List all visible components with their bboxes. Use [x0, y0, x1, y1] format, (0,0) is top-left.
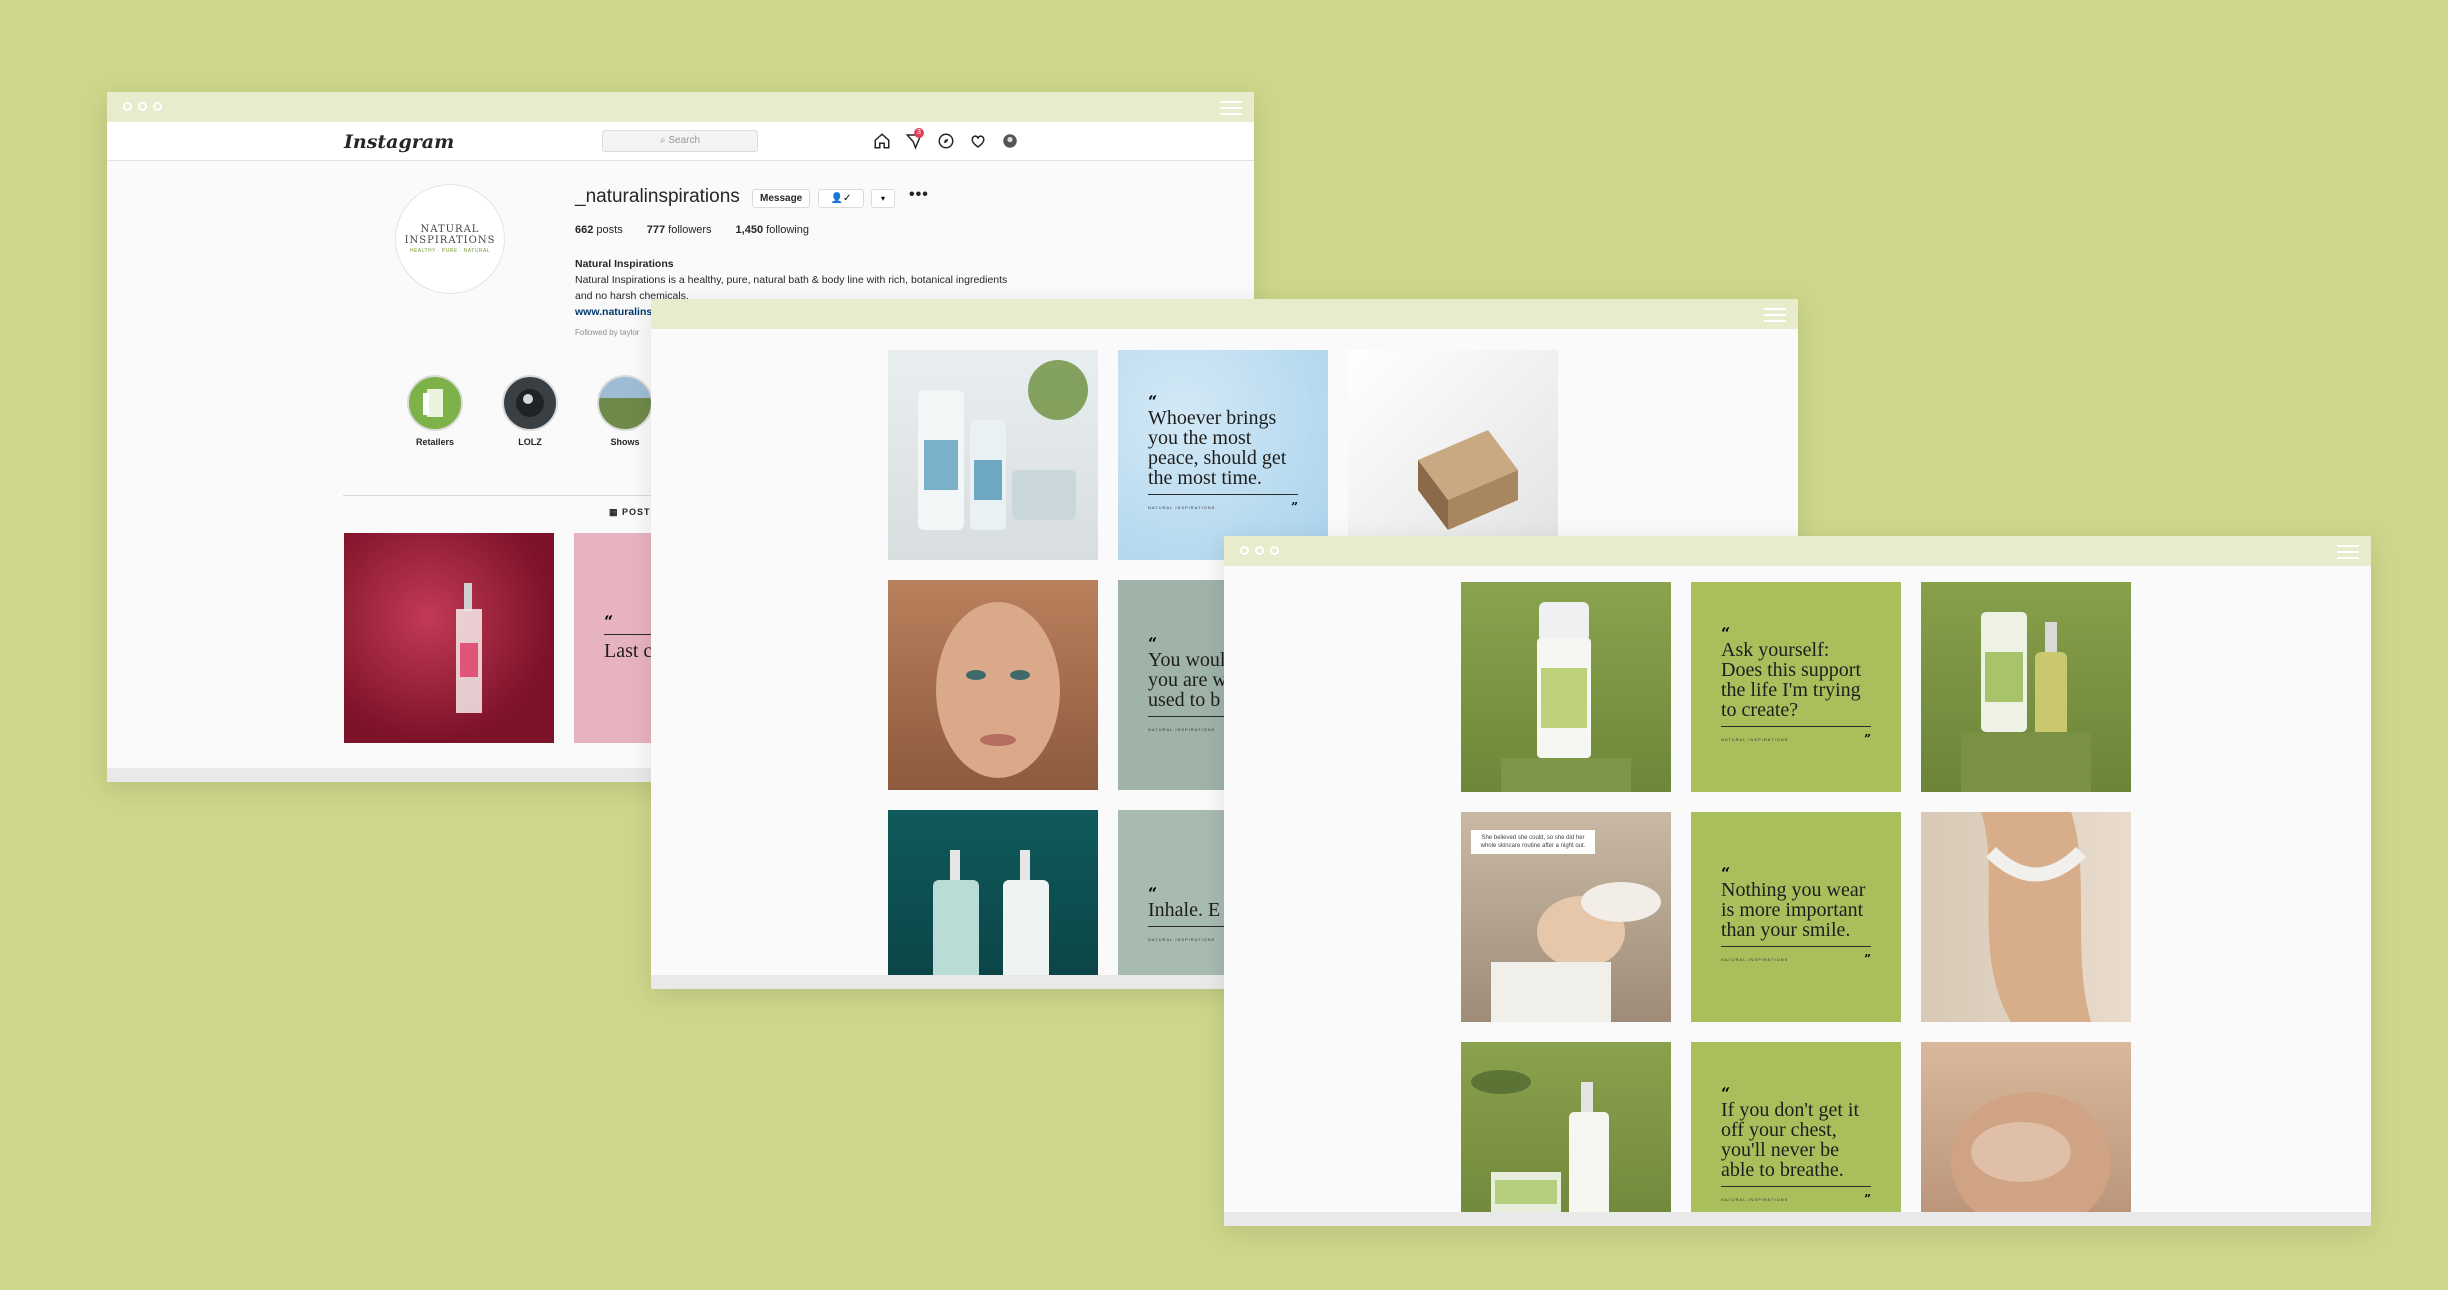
close-quote-mark: ” — [1864, 952, 1871, 966]
post-deodorant[interactable] — [1461, 582, 1671, 792]
highlight-lolz[interactable]: LOLZ — [500, 375, 560, 447]
post-pump-bottles[interactable] — [888, 810, 1098, 989]
quote-text: Nothing you wear is more important than … — [1721, 879, 1866, 941]
post-body-oil[interactable] — [1921, 582, 2131, 792]
photo-caption: She believed she could, so she did her w… — [1471, 830, 1595, 854]
quote-rule — [1148, 494, 1298, 495]
window-titlebar — [651, 299, 1798, 329]
window-titlebar — [107, 92, 1254, 122]
minimize-dot-icon[interactable] — [1255, 546, 1264, 555]
body-image — [1981, 812, 2091, 1022]
search-input[interactable]: ⌕ Search — [602, 130, 758, 152]
post-model-face[interactable] — [888, 580, 1098, 790]
instagram-navbar: Instagram ⌕ Search 3 — [107, 122, 1254, 161]
highlight-label: Shows — [610, 437, 640, 447]
face-portrait-image — [936, 602, 1060, 778]
profile-stats: 662 posts 777 followers 1,450 following — [575, 224, 809, 236]
bio-name: Natural Inspirations — [575, 258, 674, 270]
close-quote-mark: ” — [1291, 500, 1298, 514]
following-stat[interactable]: 1,450 following — [736, 224, 809, 236]
body-scrub-image — [1951, 1092, 2111, 1226]
post-body-lace[interactable] — [1921, 812, 2131, 1022]
soap-lotion-image — [1471, 1070, 1609, 1226]
close-quote-mark: ” — [1864, 1192, 1871, 1206]
post-quote-blue[interactable]: “ Whoever brings you the most peace, sho… — [1118, 350, 1328, 560]
following-button[interactable]: 👤✓ — [818, 189, 864, 208]
pump-bottles-image — [933, 850, 1049, 989]
quote-rule — [1721, 1186, 1871, 1187]
maximize-dot-icon[interactable] — [153, 102, 162, 111]
post-quote-breathe[interactable]: “ If you don't get it off your chest, yo… — [1691, 1042, 1901, 1226]
close-quote-mark: ” — [1864, 732, 1871, 746]
menu-icon[interactable] — [2337, 545, 2359, 559]
lotion-bottles-image — [918, 360, 1088, 530]
highlight-retailers[interactable]: Retailers — [405, 375, 465, 447]
suggestions-dropdown-button[interactable]: ▾ — [871, 189, 895, 208]
post-quote-ask-yourself[interactable]: “ Ask yourself: Does this support the li… — [1691, 582, 1901, 792]
heart-icon[interactable] — [969, 132, 987, 150]
quote-card: “ If you don't get it off your chest, yo… — [1721, 1042, 1871, 1226]
instagram-logo[interactable]: Instagram — [344, 131, 454, 153]
search-placeholder: Search — [668, 135, 701, 146]
highlight-shows[interactable]: Shows — [595, 375, 655, 447]
window-scrollbar[interactable] — [1224, 1212, 2371, 1226]
body-oil-image — [1961, 612, 2091, 792]
post-body-scrub[interactable] — [1921, 1042, 2131, 1226]
explore-compass-icon[interactable] — [937, 132, 955, 150]
posts-stat: 662 posts — [575, 224, 623, 236]
logo-tagline: HEALTHY · PURE · NATURAL — [409, 248, 491, 254]
deodorant-image — [1501, 602, 1631, 792]
window-controls[interactable] — [1240, 546, 1279, 555]
minimize-dot-icon[interactable] — [138, 102, 147, 111]
nav-icons — [873, 132, 1019, 150]
maximize-dot-icon[interactable] — [1270, 546, 1279, 555]
close-dot-icon[interactable] — [1240, 546, 1249, 555]
quote-card: “ Ask yourself: Does this support the li… — [1721, 582, 1871, 792]
highlight-thumbnail — [407, 375, 463, 431]
profile-username: _naturalinspirations — [575, 186, 740, 207]
home-icon[interactable] — [873, 132, 891, 150]
close-dot-icon[interactable] — [123, 102, 132, 111]
quote-card: “ Whoever brings you the most peace, sho… — [1148, 350, 1298, 560]
post-soap-lotion[interactable] — [1461, 1042, 1671, 1226]
window-titlebar — [1224, 536, 2371, 566]
post-lotion-products[interactable] — [888, 350, 1098, 560]
quote-text: If you don't get it off your chest, you'… — [1721, 1099, 1860, 1181]
followers-stat[interactable]: 777 followers — [647, 224, 712, 236]
gift-box-image — [1418, 430, 1518, 530]
profile-avatar-icon[interactable] — [1001, 132, 1019, 150]
profile-picture[interactable]: NATURAL INSPIRATIONS HEALTHY · PURE · NA… — [395, 184, 505, 294]
quote-text: Ask yourself: Does this support the life… — [1721, 639, 1861, 721]
highlight-thumbnail — [502, 375, 558, 431]
quote-rule — [1721, 726, 1871, 727]
post-gift-box[interactable] — [1348, 350, 1558, 560]
quote-card: “ Nothing you wear is more important tha… — [1721, 812, 1871, 1022]
menu-icon[interactable] — [1764, 308, 1786, 322]
logo-line-2: INSPIRATIONS — [404, 235, 496, 246]
logo-line-1: NATURAL — [420, 224, 480, 235]
window-controls[interactable] — [123, 102, 162, 111]
menu-icon[interactable] — [1220, 101, 1242, 115]
quote-rule — [1721, 946, 1871, 947]
quote-text: Whoever brings you the most peace, shoul… — [1148, 407, 1287, 489]
perfume-bottle-image — [456, 583, 482, 713]
post-quote-smile[interactable]: “ Nothing you wear is more important tha… — [1691, 812, 1901, 1022]
more-options-button[interactable]: ••• — [909, 186, 929, 204]
notification-badge: 3 — [914, 128, 924, 138]
followed-by[interactable]: Followed by taylor — [575, 328, 639, 337]
highlight-label: LOLZ — [518, 437, 542, 447]
grid-icon: ▦ — [609, 507, 623, 517]
post-perfume-red[interactable] — [344, 533, 554, 743]
message-button[interactable]: Message — [752, 189, 811, 208]
highlight-label: Retailers — [415, 437, 455, 447]
feed-window-green: “ Ask yourself: Does this support the li… — [1224, 536, 2371, 1226]
highlight-thumbnail — [597, 375, 653, 431]
post-woman-relaxing[interactable]: She believed she could, so she did her w… — [1461, 812, 1671, 1022]
